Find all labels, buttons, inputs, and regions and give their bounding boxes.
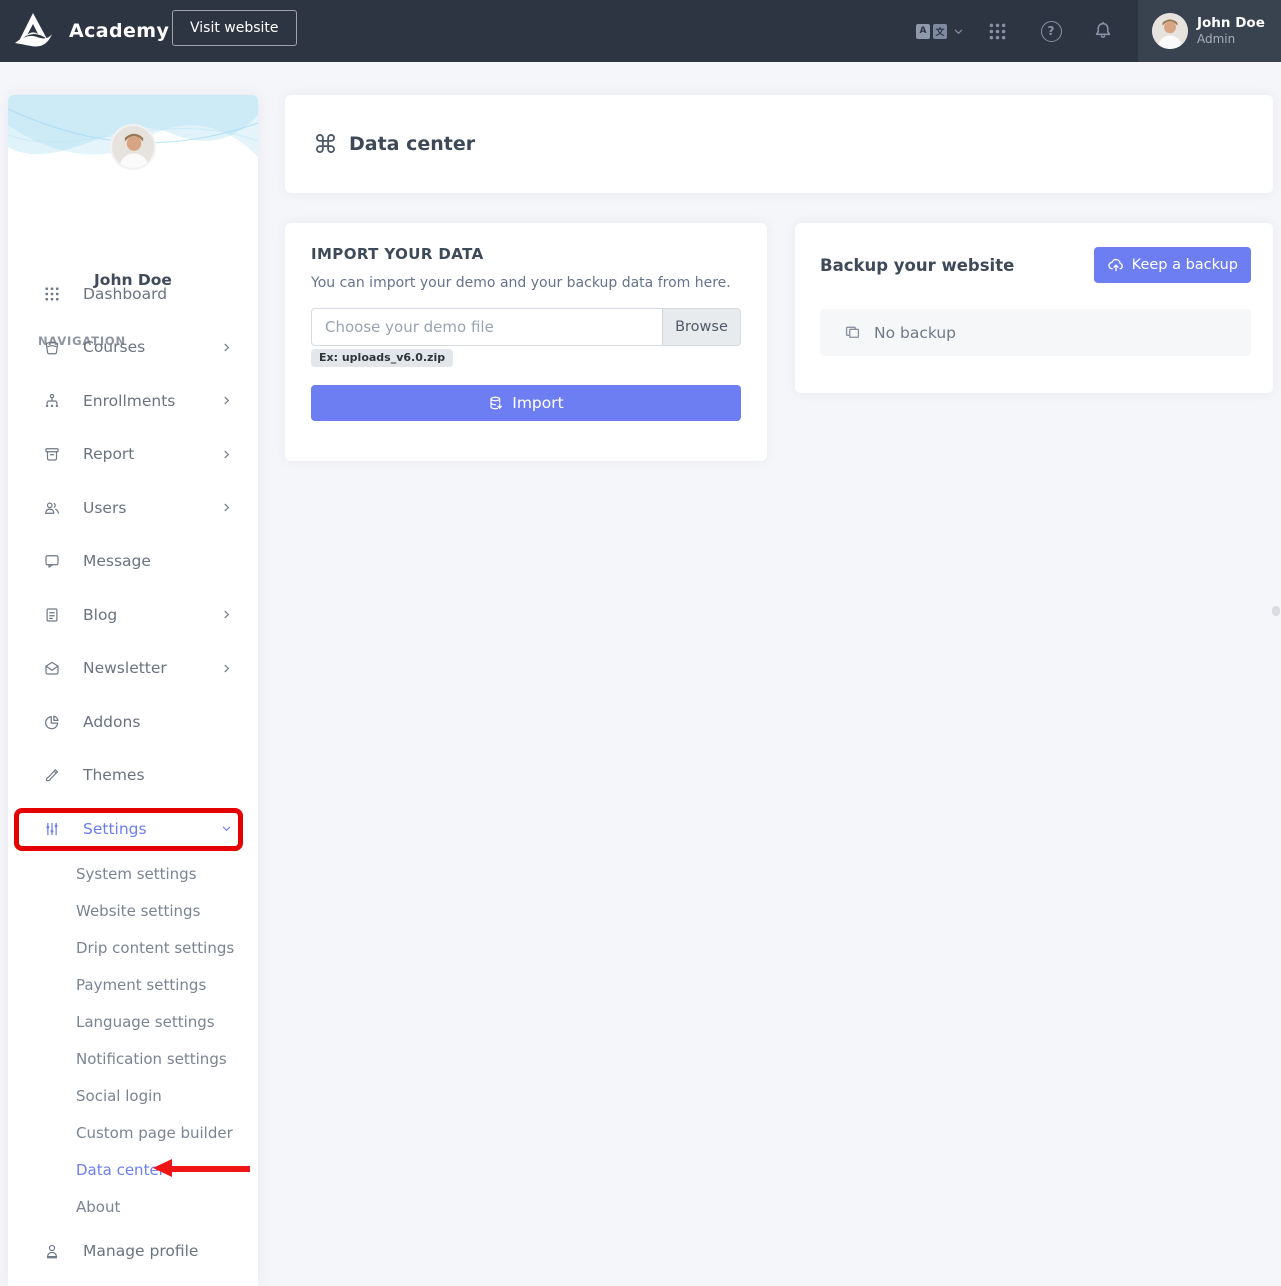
sidebar-item-label: Newsletter — [83, 659, 221, 677]
sidebar-item-enrollments[interactable]: Enrollments — [8, 374, 258, 428]
sidebar-item-label: Users — [83, 499, 221, 517]
command-icon: ⌘ — [313, 132, 338, 157]
language-switcher[interactable]: A 文 — [916, 0, 964, 62]
translate-latin-icon: A — [916, 24, 930, 39]
manage-profile-row: Manage profile — [8, 1224, 258, 1278]
message-icon — [43, 552, 62, 570]
topbar-profile[interactable]: John Doe Admin — [1138, 0, 1281, 62]
no-backup-text: No backup — [874, 324, 956, 342]
submenu-item-social-login[interactable]: Social login — [8, 1077, 258, 1114]
database-import-icon — [488, 395, 504, 411]
themes-icon — [43, 766, 62, 784]
import-card-title: IMPORT YOUR DATA — [311, 245, 741, 263]
submenu-item-data-center[interactable]: Data center — [8, 1151, 258, 1188]
sidebar-item-label: Blog — [83, 606, 221, 624]
sidebar-item-label: Manage profile — [83, 1242, 232, 1260]
scrollbar-thumb[interactable] — [1272, 606, 1280, 616]
translate-cjk-icon: 文 — [933, 24, 947, 39]
addons-icon — [43, 713, 62, 731]
chevron-down-icon — [221, 823, 232, 834]
keep-backup-label: Keep a backup — [1132, 257, 1238, 273]
submenu-item-payment-settings[interactable]: Payment settings — [8, 966, 258, 1003]
settings-submenu: System settings Website settings Drip co… — [8, 855, 258, 1225]
grid-dots-icon — [43, 285, 62, 303]
copy-icon — [843, 323, 862, 342]
users-icon — [43, 499, 62, 517]
enrollments-icon — [43, 392, 62, 410]
demo-file-input[interactable] — [312, 309, 662, 345]
sliders-icon — [43, 820, 62, 838]
file-picker: Browse — [311, 308, 741, 346]
sidebar-item-manage-profile[interactable]: Manage profile — [8, 1224, 258, 1278]
keep-backup-button[interactable]: Keep a backup — [1094, 247, 1251, 283]
courses-icon — [43, 338, 62, 356]
report-icon — [43, 445, 62, 463]
sidebar-item-addons[interactable]: Addons — [8, 695, 258, 749]
apps-grid-icon[interactable] — [982, 0, 1012, 62]
sidebar-item-settings[interactable]: Settings — [8, 802, 258, 856]
brand-title: Academy — [69, 0, 169, 62]
avatar — [1152, 13, 1188, 49]
chevron-down-icon — [953, 26, 964, 37]
sidebar-item-label: Report — [83, 445, 221, 463]
submenu-item-language-settings[interactable]: Language settings — [8, 1003, 258, 1040]
sidebar-item-report[interactable]: Report — [8, 428, 258, 482]
sidebar-item-blog[interactable]: Blog — [8, 588, 258, 642]
avatar — [110, 124, 156, 170]
submenu-item-system-settings[interactable]: System settings — [8, 855, 258, 892]
submenu-item-custom-page-builder[interactable]: Custom page builder — [8, 1114, 258, 1151]
sidebar-item-label: Courses — [83, 338, 221, 356]
chevron-right-icon — [221, 449, 232, 460]
import-card-description: You can import your demo and your backup… — [311, 275, 741, 291]
no-backup-row: No backup — [820, 309, 1251, 356]
notifications-bell-icon[interactable] — [1088, 0, 1118, 62]
sidebar-item-label: Enrollments — [83, 392, 221, 410]
sidebar-item-themes[interactable]: Themes — [8, 749, 258, 803]
import-button[interactable]: Import — [311, 385, 741, 421]
submenu-item-drip-content-settings[interactable]: Drip content settings — [8, 929, 258, 966]
import-data-card: IMPORT YOUR DATA You can import your dem… — [285, 223, 767, 461]
help-icon[interactable]: ? — [1036, 0, 1066, 62]
backup-card-title: Backup your website — [820, 256, 1014, 275]
page-title: Data center — [349, 133, 475, 155]
cloud-backup-icon — [1107, 256, 1125, 274]
visit-website-button[interactable]: Visit website — [172, 10, 297, 46]
sidebar-item-message[interactable]: Message — [8, 535, 258, 589]
browse-button[interactable]: Browse — [662, 309, 740, 345]
import-button-label: Import — [512, 394, 563, 412]
sidebar-item-courses[interactable]: Courses — [8, 321, 258, 375]
chevron-right-icon — [221, 395, 232, 406]
sidebar-nav: Dashboard Courses — [8, 267, 258, 856]
submenu-item-website-settings[interactable]: Website settings — [8, 892, 258, 929]
page-header-card: ⌘ Data center — [285, 95, 1273, 193]
backup-card: Backup your website Keep a backup No bac… — [795, 223, 1273, 393]
chevron-right-icon — [221, 342, 232, 353]
sidebar-item-label: Dashboard — [83, 285, 232, 303]
chevron-right-icon — [221, 663, 232, 674]
blog-icon — [43, 606, 62, 624]
chevron-right-icon — [221, 609, 232, 620]
topbar: Academy Visit website A 文 ? — [0, 0, 1281, 62]
sidebar-item-label: Themes — [83, 766, 232, 784]
academy-logo-icon — [10, 8, 56, 54]
sidebar: John Doe NAVIGATION Dashboard Courses — [8, 95, 258, 1286]
sidebar-item-newsletter[interactable]: Newsletter — [8, 642, 258, 696]
file-example-hint: Ex: uploads_v6.0.zip — [311, 349, 453, 367]
sidebar-item-label: Settings — [83, 820, 221, 838]
manage-profile-icon — [43, 1242, 62, 1260]
user-name: John Doe — [1197, 15, 1265, 32]
submenu-item-about[interactable]: About — [8, 1188, 258, 1225]
sidebar-item-label: Addons — [83, 713, 232, 731]
newsletter-icon — [43, 659, 62, 677]
user-role: Admin — [1197, 32, 1265, 48]
sidebar-item-label: Message — [83, 552, 232, 570]
submenu-item-notification-settings[interactable]: Notification settings — [8, 1040, 258, 1077]
chevron-right-icon — [221, 502, 232, 513]
sidebar-item-dashboard[interactable]: Dashboard — [8, 267, 258, 321]
sidebar-item-users[interactable]: Users — [8, 481, 258, 535]
